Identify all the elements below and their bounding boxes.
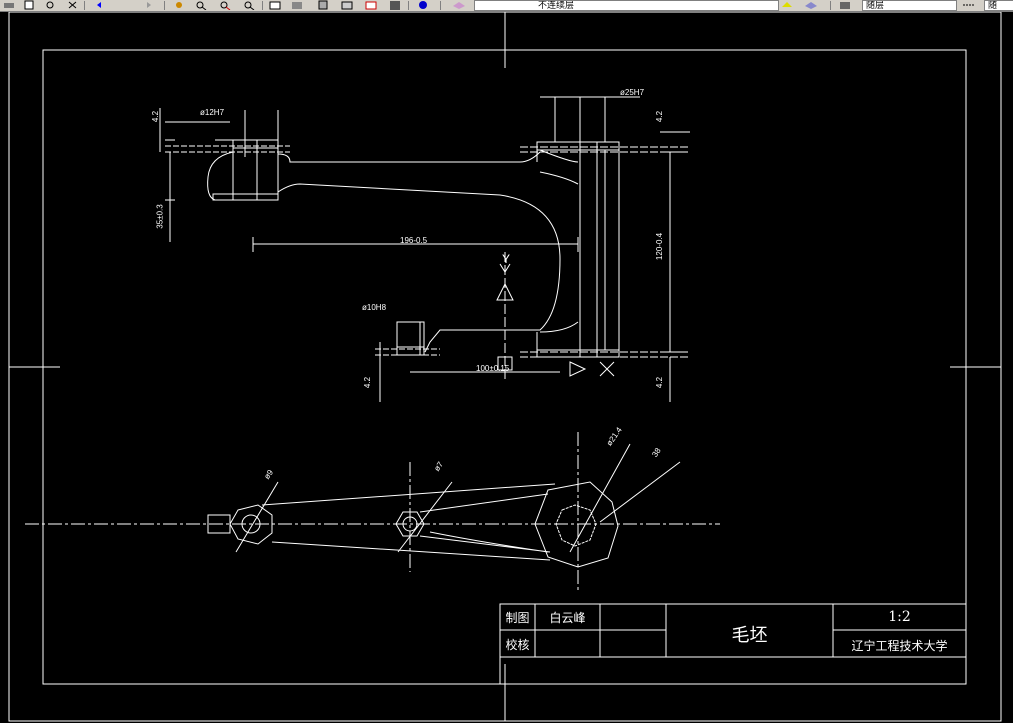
dim-100: 100±0.15 [476, 364, 510, 373]
scale: 1:2 [888, 609, 911, 625]
properties-icon[interactable] [268, 0, 282, 10]
lineweight-combo-value: 随 [988, 0, 998, 10]
zoom-realtime-icon[interactable] [194, 0, 208, 10]
dim-bottom-left: 4.2 [363, 376, 373, 389]
layer-combo-value: 不连续层 [538, 0, 575, 10]
dim-right-120: 120-0.4 [655, 232, 665, 261]
layer-manager-icon[interactable] [452, 0, 466, 10]
zoom-previous-icon[interactable] [242, 0, 256, 10]
dim-phi10: ø10H8 [362, 303, 387, 312]
y-axis-label: Y [502, 252, 511, 266]
make-current-icon[interactable] [780, 0, 794, 10]
pan-icon[interactable] [172, 0, 186, 10]
dim-196: 196-0.5 [400, 236, 428, 245]
linetype-combo[interactable]: 随层 [862, 0, 957, 11]
cut-icon[interactable] [66, 0, 80, 10]
checked-by-label: 校核 [505, 638, 530, 652]
lineweight-combo[interactable]: 随 [984, 0, 1013, 11]
find-icon[interactable] [44, 0, 58, 10]
linetype-icon[interactable] [962, 0, 976, 10]
undo-icon[interactable] [94, 0, 108, 10]
dim-phi25: ø25H7 [620, 88, 645, 97]
sheet-set-icon[interactable] [340, 0, 354, 10]
zoom-window-icon[interactable] [218, 0, 232, 10]
color-icon[interactable] [838, 0, 852, 10]
drawn-by-label: 制图 [505, 611, 530, 625]
help-icon[interactable] [416, 0, 430, 10]
dim-top-right: 4.2 [655, 110, 665, 123]
redo-icon[interactable] [140, 0, 154, 10]
dim-bottom-right: 4.2 [655, 376, 665, 389]
tool-palette-icon[interactable] [316, 0, 330, 10]
calculator-icon[interactable] [388, 0, 402, 10]
drawn-by-name: 白云峰 [549, 611, 586, 625]
dim-phi12: ø12H7 [200, 108, 225, 117]
front-view [159, 96, 690, 402]
print-icon[interactable] [2, 0, 16, 10]
preview-icon[interactable] [22, 0, 36, 10]
design-center-icon[interactable] [290, 0, 304, 10]
linetype-combo-value: 随层 [866, 0, 885, 10]
drawing-canvas[interactable]: 4.2 ø12H7 ø25H7 4.2 35±0.3 196-0.5 120-0… [0, 12, 1013, 723]
dim-top-left: 4.2 [151, 110, 161, 123]
layer-combo[interactable]: 不连续层 [474, 0, 779, 11]
markup-icon[interactable] [364, 0, 378, 10]
cad-toolbar: 不连续层 随层 随 [0, 0, 1013, 12]
top-view [25, 432, 720, 592]
dim-left-lower: 35±0.3 [155, 204, 165, 229]
institution: 辽宁工程技术大学 [851, 639, 948, 653]
part-name: 毛坯 [731, 625, 768, 646]
layer-previous-icon[interactable] [804, 0, 818, 10]
